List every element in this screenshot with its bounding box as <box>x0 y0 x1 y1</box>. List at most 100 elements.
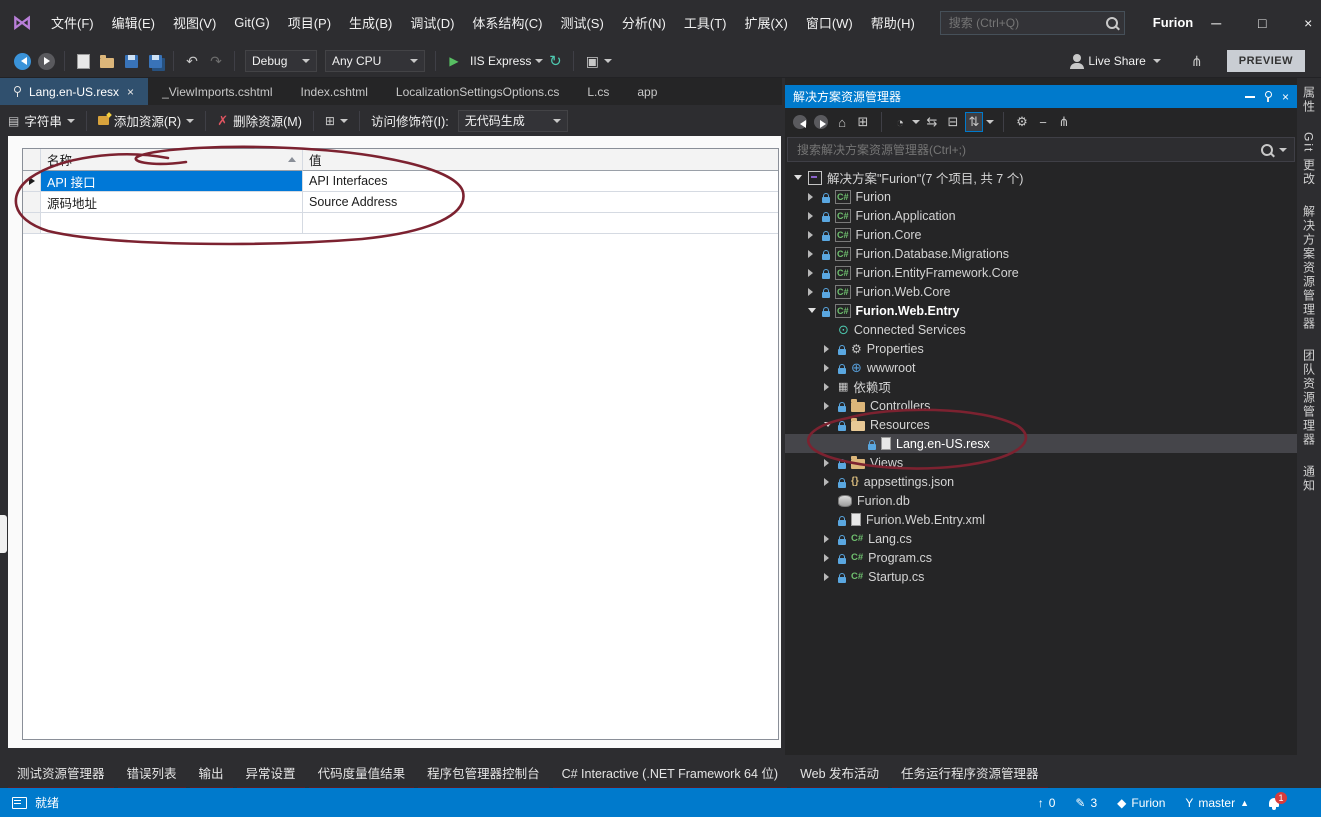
view-layout-icon[interactable]: ⊞ <box>325 114 335 128</box>
chevron-collapsed-icon[interactable] <box>823 383 833 391</box>
close-button[interactable]: × <box>1285 8 1321 38</box>
save-all-button[interactable] <box>145 50 165 72</box>
chevron-collapsed-icon[interactable] <box>823 478 833 486</box>
menu-debug[interactable]: 调试(D) <box>401 8 463 37</box>
menu-tools[interactable]: 工具(T) <box>675 8 736 37</box>
tree-item-startup-cs[interactable]: C# Startup.cs <box>785 567 1297 586</box>
solution-configuration-dropdown[interactable]: Debug <box>245 50 317 72</box>
preview-features-button[interactable]: PREVIEW <box>1227 50 1305 72</box>
navigate-back-button[interactable] <box>12 50 32 72</box>
bottom-tab-output[interactable]: 输出 <box>190 762 233 791</box>
remove-resource-button[interactable]: 删除资源(M) <box>233 111 302 130</box>
tree-item-furion-web-entry-xml[interactable]: Furion.Web.Entry.xml <box>785 510 1297 529</box>
tree-item-furion[interactable]: C# Furion <box>785 187 1297 206</box>
menu-analyze[interactable]: 分析(N) <box>613 8 675 37</box>
tree-item-connected-services[interactable]: ⊙ Connected Services <box>785 320 1297 339</box>
se-back-button[interactable] <box>791 112 809 132</box>
notifications-button[interactable]: 1 <box>1269 798 1279 807</box>
maximize-button[interactable]: □ <box>1239 8 1285 38</box>
chevron-collapsed-icon[interactable] <box>823 535 833 543</box>
bottom-tab-csharp-interactive[interactable]: C# Interactive (.NET Framework 64 位) <box>553 762 788 791</box>
live-share-button[interactable]: Live Share <box>1073 54 1160 68</box>
close-panel-icon[interactable]: × <box>1282 90 1289 104</box>
edge-tab-git-changes[interactable]: Git 更改 <box>1301 132 1318 187</box>
tree-item-furion-database-migrations[interactable]: C# Furion.Database.Migrations <box>785 244 1297 263</box>
chevron-collapsed-icon[interactable] <box>807 269 817 277</box>
chevron-down-icon[interactable] <box>986 120 994 128</box>
chevron-expanded-icon[interactable] <box>823 420 833 429</box>
access-modifier-dropdown[interactable]: 无代码生成 <box>458 110 568 132</box>
se-pending-changes-filter-button[interactable]: ◔ <box>891 112 909 132</box>
chevron-collapsed-icon[interactable] <box>823 459 833 467</box>
chevron-expanded-icon[interactable] <box>807 306 817 315</box>
menu-window[interactable]: 窗口(W) <box>797 8 862 37</box>
share-icon[interactable]: ⋔ <box>1187 50 1207 72</box>
se-switch-views-button[interactable]: ⊞ <box>854 112 872 132</box>
close-tab-icon[interactable]: × <box>127 85 134 99</box>
bottom-tab-package-manager-console[interactable]: 程序包管理器控制台 <box>418 762 549 791</box>
grid-row-selector[interactable] <box>23 171 41 192</box>
solution-platform-dropdown[interactable]: Any CPU <box>325 50 425 72</box>
menu-extensions[interactable]: 扩展(X) <box>735 8 796 37</box>
chevron-expanded-icon[interactable] <box>793 173 803 182</box>
tree-item-program-cs[interactable]: C# Program.cs <box>785 548 1297 567</box>
browser-link-button[interactable]: ▣ <box>582 50 602 72</box>
tab-appsettings-truncated[interactable]: app <box>623 78 657 105</box>
chevron-down-icon[interactable] <box>535 59 543 67</box>
grid-cell-name-new[interactable] <box>41 213 303 234</box>
chevron-collapsed-icon[interactable] <box>807 193 817 201</box>
se-home-button[interactable]: ⌂ <box>833 112 851 132</box>
menu-file[interactable]: 文件(F) <box>42 8 103 37</box>
edge-tab-notifications[interactable]: 通知 <box>1301 465 1318 493</box>
se-collapse-all-button[interactable]: ⊟ <box>944 112 962 132</box>
chevron-collapsed-icon[interactable] <box>807 288 817 296</box>
tree-item-furion-web-core[interactable]: C# Furion.Web.Core <box>785 282 1297 301</box>
chevron-down-icon[interactable] <box>604 59 612 67</box>
chevron-down-icon[interactable] <box>186 119 194 127</box>
chevron-collapsed-icon[interactable] <box>807 250 817 258</box>
collapsed-panel-handle[interactable] <box>0 515 7 553</box>
bottom-tab-web-publish-activity[interactable]: Web 发布活动 <box>791 762 888 791</box>
save-button[interactable] <box>121 50 141 72</box>
grid-corner-header[interactable] <box>23 149 41 171</box>
grid-cell-value-new[interactable] <box>303 213 778 234</box>
quick-search-input[interactable] <box>947 15 1106 31</box>
tree-item-furion-web-entry[interactable]: C# Furion.Web.Entry <box>785 301 1297 320</box>
git-repository[interactable]: ◆ Furion <box>1117 796 1165 810</box>
se-sync-namespaces-button[interactable]: ⇆ <box>923 112 941 132</box>
tree-item-lang-en-us-resx[interactable]: Lang.en-US.resx <box>785 434 1297 453</box>
bottom-tab-test-explorer[interactable]: 测试资源管理器 <box>8 762 114 791</box>
run-target-label[interactable]: IIS Express <box>470 54 531 68</box>
tree-item-dependencies[interactable]: ▦ 依赖项 <box>785 377 1297 396</box>
grid-cell-name-0[interactable]: API 接口 <box>41 171 303 192</box>
tree-item-resources[interactable]: Resources <box>785 415 1297 434</box>
solution-explorer-search-input[interactable] <box>795 142 1255 158</box>
menu-view[interactable]: 视图(V) <box>164 8 225 37</box>
git-pending-edits[interactable]: ✎ 3 <box>1075 796 1097 810</box>
tree-item-appsettings-json[interactable]: {} appsettings.json <box>785 472 1297 491</box>
edge-tab-solution-explorer[interactable]: 解决方案资源管理器 <box>1301 205 1318 331</box>
chevron-down-icon[interactable] <box>912 120 920 128</box>
chevron-collapsed-icon[interactable] <box>823 364 833 372</box>
menu-edit[interactable]: 编辑(E) <box>103 8 164 37</box>
minimize-button[interactable]: ─ <box>1193 8 1239 38</box>
grid-column-header-value[interactable]: 值 <box>303 149 778 171</box>
undo-button[interactable]: ↶ <box>182 50 202 72</box>
se-properties-button[interactable]: ⚙ <box>1013 112 1031 132</box>
chevron-collapsed-icon[interactable] <box>823 573 833 581</box>
solution-explorer-title-bar[interactable]: 解决方案资源管理器 × <box>785 85 1297 108</box>
menu-architecture[interactable]: 体系结构(C) <box>463 8 551 37</box>
chevron-collapsed-icon[interactable] <box>823 345 833 353</box>
se-sync-with-active-document-button[interactable]: ⇅ <box>965 112 983 132</box>
tree-item-controllers[interactable]: Controllers <box>785 396 1297 415</box>
chevron-collapsed-icon[interactable] <box>807 231 817 239</box>
git-branch[interactable]: Y master ▲ <box>1185 796 1249 810</box>
chevron-collapsed-icon[interactable] <box>807 212 817 220</box>
tree-item-properties[interactable]: ⚙ Properties <box>785 339 1297 358</box>
edge-tab-team-explorer[interactable]: 团队资源管理器 <box>1301 349 1318 447</box>
git-outgoing-commits[interactable]: ↑ 0 <box>1038 796 1056 810</box>
pin-icon[interactable] <box>14 86 21 93</box>
bottom-tab-code-metrics[interactable]: 代码度量值结果 <box>309 762 415 791</box>
tree-item-lang-cs[interactable]: C# Lang.cs <box>785 529 1297 548</box>
bottom-tab-task-runner-explorer[interactable]: 任务运行程序资源管理器 <box>892 762 1048 791</box>
